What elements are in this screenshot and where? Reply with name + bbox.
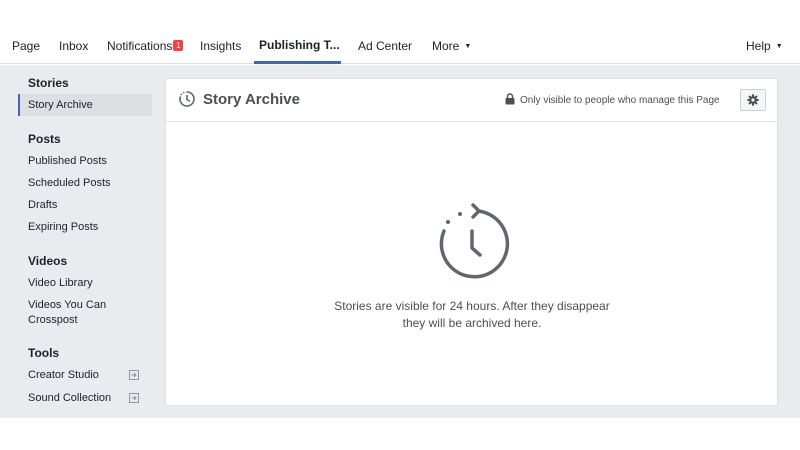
sidebar-item-video-library[interactable]: Video Library [18, 276, 152, 291]
caret-down-icon: ▼ [775, 43, 783, 50]
sidebar-item-label: Creator Studio [28, 369, 99, 381]
notification-count-badge: 1 [173, 40, 184, 51]
empty-state-message: Stories are visible for 24 hours. After … [334, 299, 610, 330]
page-title: Story Archive [203, 91, 300, 108]
nav-tab-label: Ad Center [358, 39, 413, 53]
settings-button[interactable] [740, 89, 766, 111]
caret-down-icon: ▼ [464, 43, 472, 50]
nav-tab-inbox[interactable]: Inbox [59, 28, 88, 64]
sidebar-item-story-archive[interactable]: Story Archive [18, 94, 152, 116]
sidebar-item-label: Scheduled Posts [28, 177, 111, 189]
sidebar-item-sound-collection[interactable]: Sound Collection [18, 391, 152, 406]
nav-tab-label: Inbox [59, 39, 89, 53]
help-menu-button[interactable]: Help ▼ [746, 28, 783, 64]
panel-header: Story Archive Only visible to people who… [166, 79, 777, 122]
sidebar-item-scheduled-posts[interactable]: Scheduled Posts [18, 176, 152, 191]
sidebar-heading-posts: Posts [28, 132, 61, 146]
sidebar-heading-stories: Stories [28, 76, 69, 90]
nav-tab-ad-center[interactable]: Ad Center [358, 28, 412, 64]
lock-icon [505, 93, 515, 105]
clock-history-icon [439, 203, 510, 279]
nav-tab-label: Page [12, 39, 41, 53]
nav-tab-label: Notifications [107, 39, 173, 53]
help-label: Help [746, 39, 771, 53]
sidebar-heading-tools: Tools [28, 346, 60, 360]
sidebar-item-creator-studio[interactable]: Creator Studio [18, 368, 152, 383]
sidebar-item-drafts[interactable]: Drafts [18, 198, 152, 213]
nav-tab-label: More [432, 39, 460, 53]
sidebar-item-label: Expiring Posts [28, 221, 99, 233]
nav-tab-notifications[interactable]: Notifications 1 [107, 28, 184, 64]
sidebar-item-videos-you-can-crosspost[interactable]: Videos You Can Crosspost [18, 298, 118, 328]
nav-tab-insights[interactable]: Insights [200, 28, 241, 64]
sidebar-heading-videos: Videos [28, 254, 68, 268]
nav-tab-page[interactable]: Page [12, 28, 40, 64]
sidebar-item-label: Sound Collection [28, 392, 112, 404]
nav-tab-more[interactable]: More ▼ [432, 28, 471, 64]
page-navigation-bar: Page Inbox Notifications 1 Insights Publi… [0, 28, 800, 64]
nav-tab-label: Insights [200, 39, 242, 53]
sidebar-item-label: Story Archive [28, 99, 93, 111]
sidebar-item-label: Videos You Can Crosspost [28, 299, 107, 326]
nav-tab-publishing-tools[interactable]: Publishing T... [254, 28, 341, 64]
sidebar-item-expiring-posts[interactable]: Expiring Posts [18, 220, 152, 235]
nav-tab-label: Publishing T... [259, 38, 340, 52]
clock-history-icon [179, 91, 195, 107]
external-link-icon [129, 370, 139, 380]
gear-icon [747, 94, 759, 106]
external-link-icon [129, 393, 139, 403]
publishing-tools-workspace: Stories Story Archive Posts Published Po… [0, 65, 800, 418]
sidebar-item-label: Drafts [28, 199, 58, 211]
sidebar-item-published-posts[interactable]: Published Posts [18, 154, 152, 169]
story-archive-panel: Story Archive Only visible to people who… [165, 78, 778, 406]
sidebar-item-label: Published Posts [28, 155, 107, 167]
sidebar-item-label: Video Library [28, 277, 93, 289]
visibility-note: Only visible to people who manage this P… [520, 95, 720, 106]
